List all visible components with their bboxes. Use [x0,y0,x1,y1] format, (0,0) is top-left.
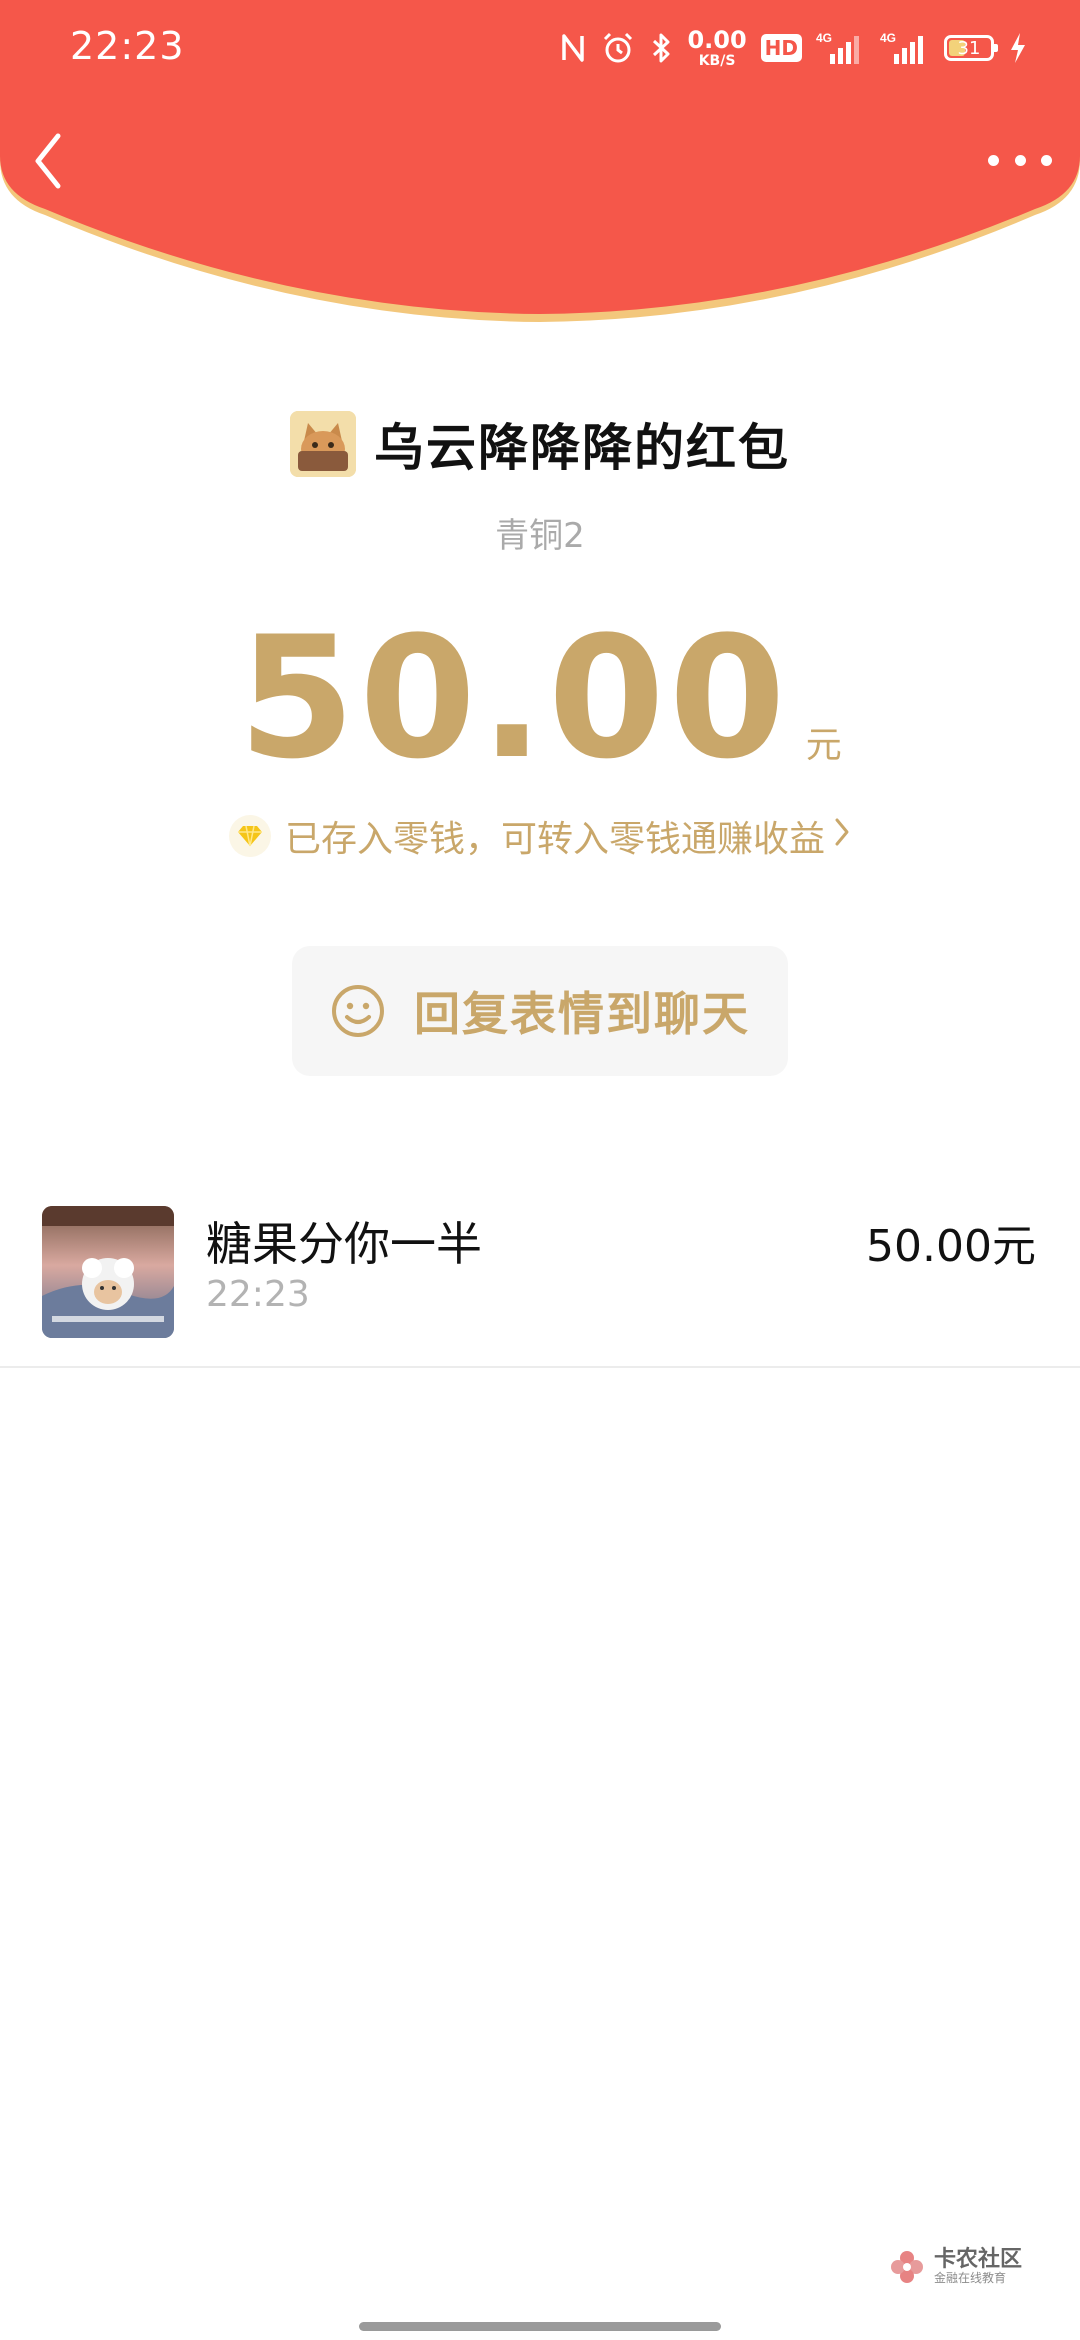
net-speed: 0.00 KB/S [687,28,746,68]
more-dot [1014,154,1026,166]
more-button[interactable] [988,140,1052,180]
status-icons: 0.00 KB/S HD 4G 4G 31 [559,24,1028,72]
net-speed-unit: KB/S [698,53,736,69]
signal-label-1: 4G [816,31,832,45]
watermark-title: 卡农社区 [933,2247,1022,2272]
back-button[interactable] [28,128,68,194]
record-avatar [42,1206,174,1338]
record-time: 22:23 [206,1274,310,1315]
sender-level: 青铜2 [495,516,585,556]
hd-badge: HD [760,34,802,62]
chevron-right-icon [833,816,851,857]
saved-text: 已存入零钱，可转入零钱通赚收益 [284,819,825,860]
signal-icon: 4G [816,30,866,66]
battery-level: 31 [957,37,981,59]
list-item[interactable]: 糖果分你一半 22:23 50.00元 [0,1198,1080,1368]
saved-to-change-link[interactable]: 已存入零钱，可转入零钱通赚收益 [0,810,1080,862]
status-time: 22:23 [70,24,185,68]
sender-title: 乌云降降降的红包 [374,419,790,477]
net-speed-value: 0.00 [687,26,747,54]
packet-amount: 50.00 [238,600,790,796]
record-amount: 50.00元 [866,1221,1036,1272]
watermark: 卡农社区 金融在线教育 [890,2247,1022,2286]
signal-label-2: 4G [880,31,896,45]
divider [0,1366,1080,1368]
charging-icon [1008,31,1028,65]
sender-avatar[interactable] [290,411,356,477]
smile-icon [332,985,384,1037]
diamond-icon [228,815,271,857]
nfc-icon [559,31,587,65]
signal-icon: 4G [880,30,930,66]
flower-logo-icon [890,2250,923,2283]
bluetooth-icon [649,31,673,65]
sheep-avatar-icon [42,1206,174,1338]
alarm-icon [601,31,635,65]
chevron-left-icon [35,133,61,189]
more-dot [988,154,999,166]
reply-button-label: 回复表情到聊天 [414,987,750,1041]
watermark-subtitle: 金融在线教育 [933,2271,1006,2286]
amount-row: 50.00 元 [0,614,1080,782]
record-name: 糖果分你一半 [206,1217,482,1271]
cat-avatar-icon [290,411,356,477]
status-bar: 22:23 0.00 KB/S HD 4G 4G 31 [0,0,1080,96]
sender-row: 乌云降降降的红包 [0,408,1080,480]
reply-sticker-button[interactable]: 回复表情到聊天 [292,946,788,1076]
more-dot [1041,154,1052,166]
home-indicator[interactable] [359,2322,721,2331]
amount-unit: 元 [805,725,842,766]
battery-icon: 31 [944,35,998,61]
